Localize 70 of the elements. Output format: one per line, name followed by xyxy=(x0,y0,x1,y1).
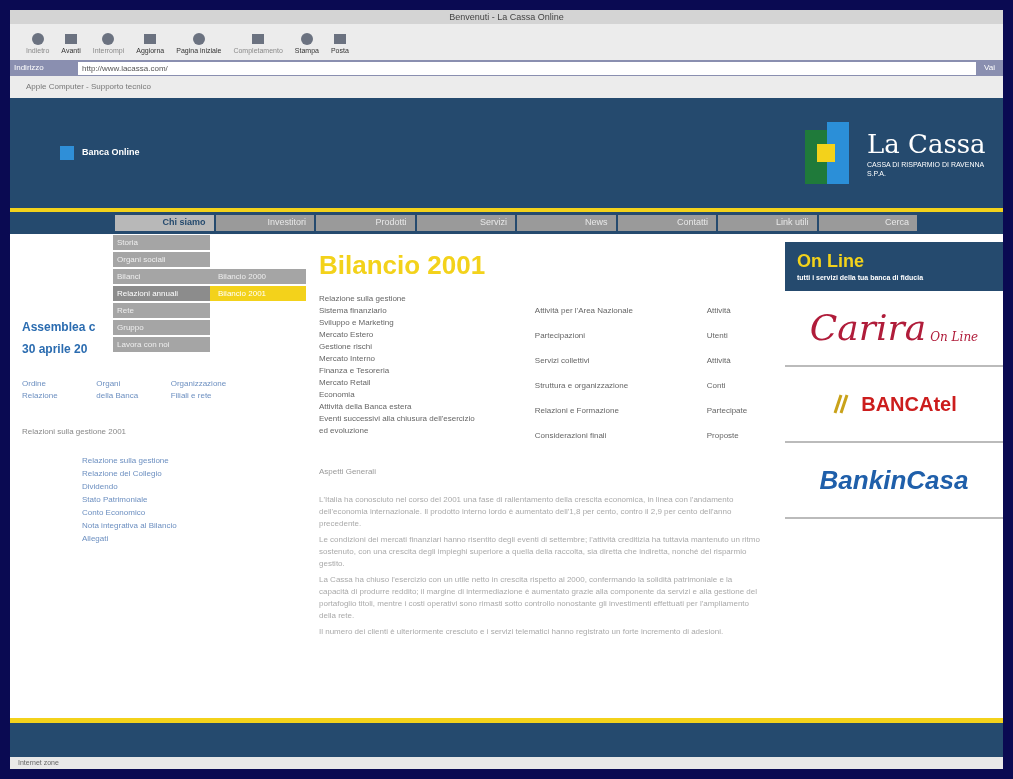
service-name: BANCAtel xyxy=(861,392,957,417)
section-heading: Aspetti Generali xyxy=(319,466,377,478)
content-link[interactable]: Relazione sulla gestione xyxy=(319,293,519,305)
content-link[interactable]: Attività xyxy=(706,355,775,367)
toolbar-icon xyxy=(331,31,348,46)
sidebar-link[interactable]: Relazione xyxy=(22,390,89,402)
body-paragraph: L'Italia ha conosciuto nel corso del 2001 una fase di rallentamento della crescita economica, in linea con l'andamento dell'economia internazionale. Il prodotto interno lordo è aumentato dell'1,8 per cento, contro il 2,9 per cento dell'anno precedente. xyxy=(319,494,735,530)
online-title: On Line xyxy=(797,250,865,273)
content-link[interactable]: Partecipate xyxy=(706,405,775,417)
content-link[interactable]: Sviluppo e Marketing xyxy=(319,317,519,329)
go-button[interactable]: Vai xyxy=(980,62,999,74)
sidebar-link[interactable]: Relazione sulla gestione xyxy=(82,454,275,467)
content-link[interactable]: Sistema finanziario xyxy=(319,305,519,317)
address-field[interactable]: http://www.lacassa.com/ xyxy=(78,61,977,75)
content-link[interactable]: Servizi collettivi xyxy=(534,355,691,367)
address-label: Indirizzo xyxy=(14,62,45,74)
content-link[interactable]: Economia xyxy=(319,389,519,401)
content-link[interactable]: Attività xyxy=(706,305,775,317)
service-tag: On Line xyxy=(930,328,979,346)
nav-tab[interactable]: Chi siamo xyxy=(115,215,214,231)
toolbar-icon xyxy=(250,31,267,46)
event-title: Assemblea c xyxy=(22,319,96,336)
content-link[interactable]: Eventi successivi alla chiusura dell'esercizio xyxy=(319,413,519,425)
sidebar-link[interactable]: Dividendo xyxy=(82,480,275,493)
toolbar-icon xyxy=(190,31,207,46)
sidebar-link[interactable]: Ordine xyxy=(22,378,89,390)
header-label: Banca Online xyxy=(82,146,140,160)
body-paragraph: La Cassa ha chiuso l'esercizio con un utile netto in crescita rispetto al 2000, confermando la solidità patrimoniale e la capacità di produrre reddito; il margine di intermediazione è aumentato grazie alla componente da servizi e alla gestione del portafoglio titoli, mentre i costi operativi sono rimasti sotto controllo nonostante gli investimenti effettuati per l'ampliamento della rete. xyxy=(319,574,759,622)
event-date: 30 aprile 20 xyxy=(22,341,88,358)
content-link[interactable]: Conti xyxy=(706,380,775,392)
content-link[interactable]: Struttura e organizzazione xyxy=(534,380,691,392)
toolbar-icon xyxy=(100,31,117,46)
content-link[interactable]: Relazioni e Formazione xyxy=(534,405,691,417)
menu-item[interactable]: Relazioni annuali xyxy=(113,286,210,301)
content-link[interactable]: Gestione rischi xyxy=(319,341,519,353)
sidebar-link[interactable]: Organizzazione xyxy=(170,378,237,390)
sidebar-link[interactable]: Nota integrativa al Bilancio xyxy=(82,519,275,532)
content-link[interactable]: Utenti xyxy=(706,330,775,342)
content-link[interactable]: Mercato Interno xyxy=(319,353,519,365)
sidebar-heading: Relazioni sulla gestione 2001 xyxy=(22,426,128,438)
carira-logo[interactable]: Carira On Line xyxy=(809,310,979,346)
content-link[interactable]: Attività per l'Area Nazionale xyxy=(534,305,691,317)
content-link[interactable]: Mercato Retail xyxy=(319,377,519,389)
bancatel-logo[interactable]: BANCAtel xyxy=(831,389,957,419)
page-title: Bilancio 2001 xyxy=(319,249,486,282)
sidebar-link[interactable]: della Banca xyxy=(96,390,163,402)
sidebar-link[interactable]: Filiali e rete xyxy=(170,390,237,402)
content-link[interactable]: Partecipazioni xyxy=(534,330,691,342)
sidebar-link[interactable]: Relazione del Collegio xyxy=(82,467,275,480)
toolbar-icon xyxy=(142,31,159,46)
sidebar-link[interactable]: Conto Economico xyxy=(82,506,275,519)
square-icon xyxy=(60,146,74,160)
sidebar-link[interactable]: Stato Patrimoniale xyxy=(82,493,275,506)
content-link[interactable]: Attività della Banca estera xyxy=(319,401,519,413)
content-link[interactable]: Mercato Estero xyxy=(319,329,519,341)
content-link[interactable]: Considerazioni finali xyxy=(534,430,691,442)
service-name: Carira xyxy=(809,310,927,346)
sidebar-link[interactable]: Allegati xyxy=(82,532,275,545)
toolbar-icon xyxy=(29,31,46,46)
body-paragraph: Le condizioni dei mercati finanziari hanno risentito degli eventi di settembre; l'attività creditizia ha tuttavia mantenuto un ritmo sostenuto, con una crescita degli impieghi superiore a quella della raccolta, sia diretta che indiretta, nonché del risparmio gestito. xyxy=(319,534,761,570)
content-link[interactable]: Proposte xyxy=(706,430,775,442)
toolbar-icon xyxy=(298,31,315,46)
service-name[interactable]: BankinCasa xyxy=(819,460,969,500)
window-title: Benvenuti - La Cassa Online xyxy=(10,10,1003,24)
toolbar-icon xyxy=(63,31,80,46)
content-link[interactable]: Finanza e Tesoreria xyxy=(319,365,519,377)
sidebar-link[interactable]: Organi xyxy=(96,378,163,390)
logo-name: La Cassa xyxy=(867,127,987,161)
content-link[interactable]: ed evoluzione xyxy=(319,425,519,437)
favorite-link[interactable]: Apple Computer - Supporto tecnico xyxy=(26,81,151,93)
